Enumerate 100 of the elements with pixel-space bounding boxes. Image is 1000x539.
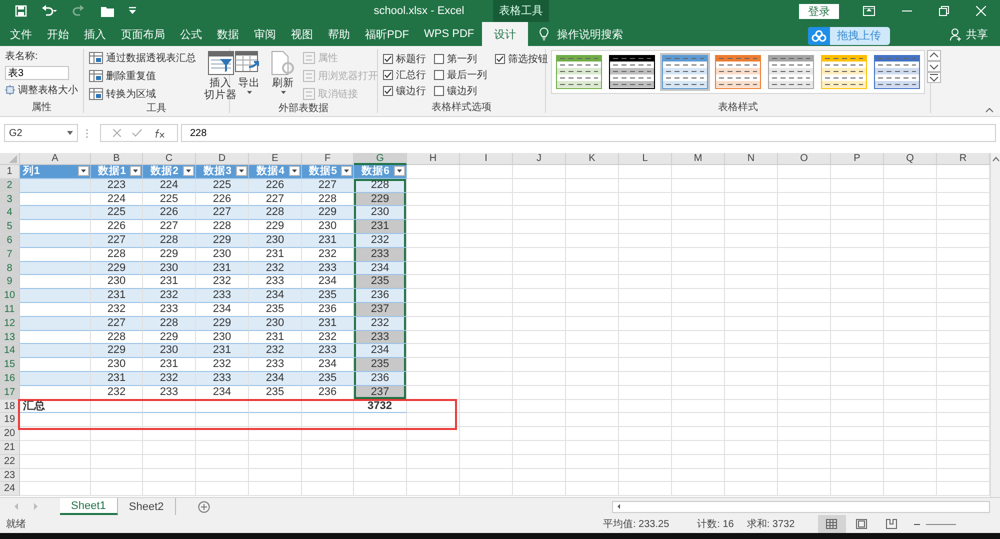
scroll-down-icon[interactable] — [927, 61, 941, 72]
search-hint[interactable]: 操作说明搜索 — [557, 26, 624, 42]
row-header[interactable]: 23 — [0, 468, 20, 482]
column-header[interactable]: H — [407, 153, 460, 165]
ribbon-tab[interactable]: 帮助 — [321, 22, 357, 46]
row-header[interactable]: 2 — [0, 178, 20, 193]
column-header[interactable]: I — [460, 153, 513, 165]
ribbon-tab[interactable]: 文件 — [3, 22, 39, 46]
column-header[interactable]: E — [249, 153, 302, 165]
add-sheet-icon[interactable] — [198, 500, 210, 512]
login-button[interactable]: 登录 — [799, 4, 839, 18]
row-header[interactable]: 7 — [0, 248, 20, 262]
table-style-swatch[interactable] — [554, 53, 604, 91]
column-header[interactable]: M — [672, 153, 725, 165]
table-style-swatch[interactable] — [713, 53, 763, 91]
ribbon-tab[interactable]: 公式 — [173, 22, 209, 46]
formula-field[interactable]: 228 — [181, 124, 996, 142]
style-option-checkbox[interactable]: 镶边行 — [383, 83, 426, 99]
table-style-swatch[interactable] — [607, 53, 657, 91]
row-header[interactable]: 1 — [0, 165, 20, 179]
tool-button[interactable]: 删除重复值 — [89, 69, 196, 83]
function-icon[interactable] — [154, 128, 166, 138]
restore-icon[interactable] — [939, 6, 949, 16]
save-icon[interactable] — [15, 5, 27, 17]
ribbon-display-icon[interactable] — [863, 6, 875, 16]
filter-button[interactable] — [289, 166, 300, 176]
zoom-track[interactable] — [926, 522, 956, 526]
scroll-up-icon[interactable] — [992, 156, 1000, 162]
column-header[interactable]: D — [196, 153, 249, 165]
column-header[interactable]: R — [937, 153, 990, 165]
table-style-swatch[interactable] — [766, 53, 816, 91]
filter-button[interactable] — [394, 166, 405, 176]
ribbon-tab[interactable]: 审阅 — [247, 22, 283, 46]
ribbon-tab[interactable]: 视图 — [284, 22, 320, 46]
filter-button[interactable] — [341, 166, 352, 176]
table-style-swatch[interactable] — [872, 53, 922, 91]
horizontal-scrollbar[interactable] — [612, 500, 990, 512]
style-option-checkbox[interactable]: 筛选按钮 — [495, 51, 548, 67]
column-header[interactable]: A — [20, 153, 91, 165]
ribbon-tab[interactable]: 页面布局 — [114, 22, 172, 46]
column-header[interactable]: F — [302, 153, 354, 165]
column-header[interactable]: P — [831, 153, 884, 165]
column-header[interactable]: J — [513, 153, 566, 165]
filter-button[interactable] — [236, 166, 247, 176]
row-header[interactable]: 16 — [0, 372, 20, 386]
column-header[interactable]: Q — [884, 153, 937, 165]
row-header[interactable]: 3 — [0, 192, 20, 206]
column-header[interactable]: B — [91, 153, 143, 165]
row-header[interactable]: 9 — [0, 275, 20, 290]
column-header[interactable]: O — [778, 153, 831, 165]
insert-slicer-button[interactable]: 插入 切片器 — [204, 49, 237, 102]
table-style-swatch[interactable] — [819, 53, 869, 91]
row-header[interactable]: 4 — [0, 206, 20, 220]
style-option-checkbox[interactable]: 第一列 — [434, 51, 487, 67]
ribbon-tab[interactable]: WPS PDF — [417, 22, 482, 46]
zoom-out-icon[interactable] — [914, 522, 920, 526]
row-header[interactable]: 15 — [0, 358, 20, 372]
row-header[interactable]: 19 — [0, 413, 20, 428]
scroll-up-icon[interactable] — [927, 50, 941, 61]
close-icon[interactable] — [976, 6, 986, 16]
row-header[interactable]: 22 — [0, 454, 20, 469]
ribbon-tab[interactable]: 开始 — [40, 22, 76, 46]
tool-button[interactable]: 通过数据透视表汇总 — [89, 51, 196, 65]
undo-icon[interactable] — [41, 5, 57, 17]
vertical-scrollbar[interactable] — [990, 153, 1000, 497]
filter-button[interactable] — [130, 166, 141, 176]
refresh-button[interactable]: 刷新 — [271, 49, 295, 101]
ribbon-tab[interactable]: 数据 — [210, 22, 246, 46]
row-header[interactable]: 14 — [0, 344, 20, 358]
tool-button[interactable]: 转换为区域 — [89, 87, 196, 101]
column-header[interactable]: L — [619, 153, 672, 165]
row-header[interactable]: 11 — [0, 302, 20, 317]
style-option-checkbox[interactable]: 最后一列 — [434, 67, 487, 83]
customize-icon[interactable] — [128, 7, 137, 15]
name-box[interactable]: G2 — [4, 124, 78, 142]
table-name-field[interactable]: 表3 — [5, 66, 69, 80]
view-button[interactable] — [818, 515, 846, 533]
table-style-swatch[interactable] — [660, 53, 710, 91]
ribbon-tab[interactable]: 插入 — [77, 22, 113, 46]
row-header[interactable]: 20 — [0, 427, 20, 441]
column-header[interactable]: K — [566, 153, 619, 165]
row-header[interactable]: 13 — [0, 330, 20, 344]
row-header[interactable]: 21 — [0, 440, 20, 455]
more-icon[interactable] — [927, 72, 941, 83]
column-header[interactable]: G — [354, 153, 407, 165]
export-button[interactable]: 导出 — [235, 49, 263, 101]
folder-icon[interactable] — [101, 6, 114, 16]
row-header[interactable]: 10 — [0, 289, 20, 303]
row-header[interactable]: 8 — [0, 262, 20, 276]
style-option-checkbox[interactable]: 标题行 — [383, 51, 426, 67]
filter-button[interactable] — [183, 166, 194, 176]
row-header[interactable]: 6 — [0, 234, 20, 248]
ribbon-tab[interactable]: 福昕PDF — [358, 22, 416, 46]
filter-button[interactable] — [78, 166, 89, 176]
column-header[interactable]: N — [725, 153, 778, 165]
resize-table-button[interactable]: 调整表格大小 — [5, 83, 78, 97]
share-button[interactable]: 共享 — [950, 26, 988, 42]
row-header[interactable]: 17 — [0, 386, 20, 400]
ribbon-tab[interactable]: 设计 — [482, 22, 528, 46]
row-header[interactable]: 24 — [0, 482, 20, 496]
